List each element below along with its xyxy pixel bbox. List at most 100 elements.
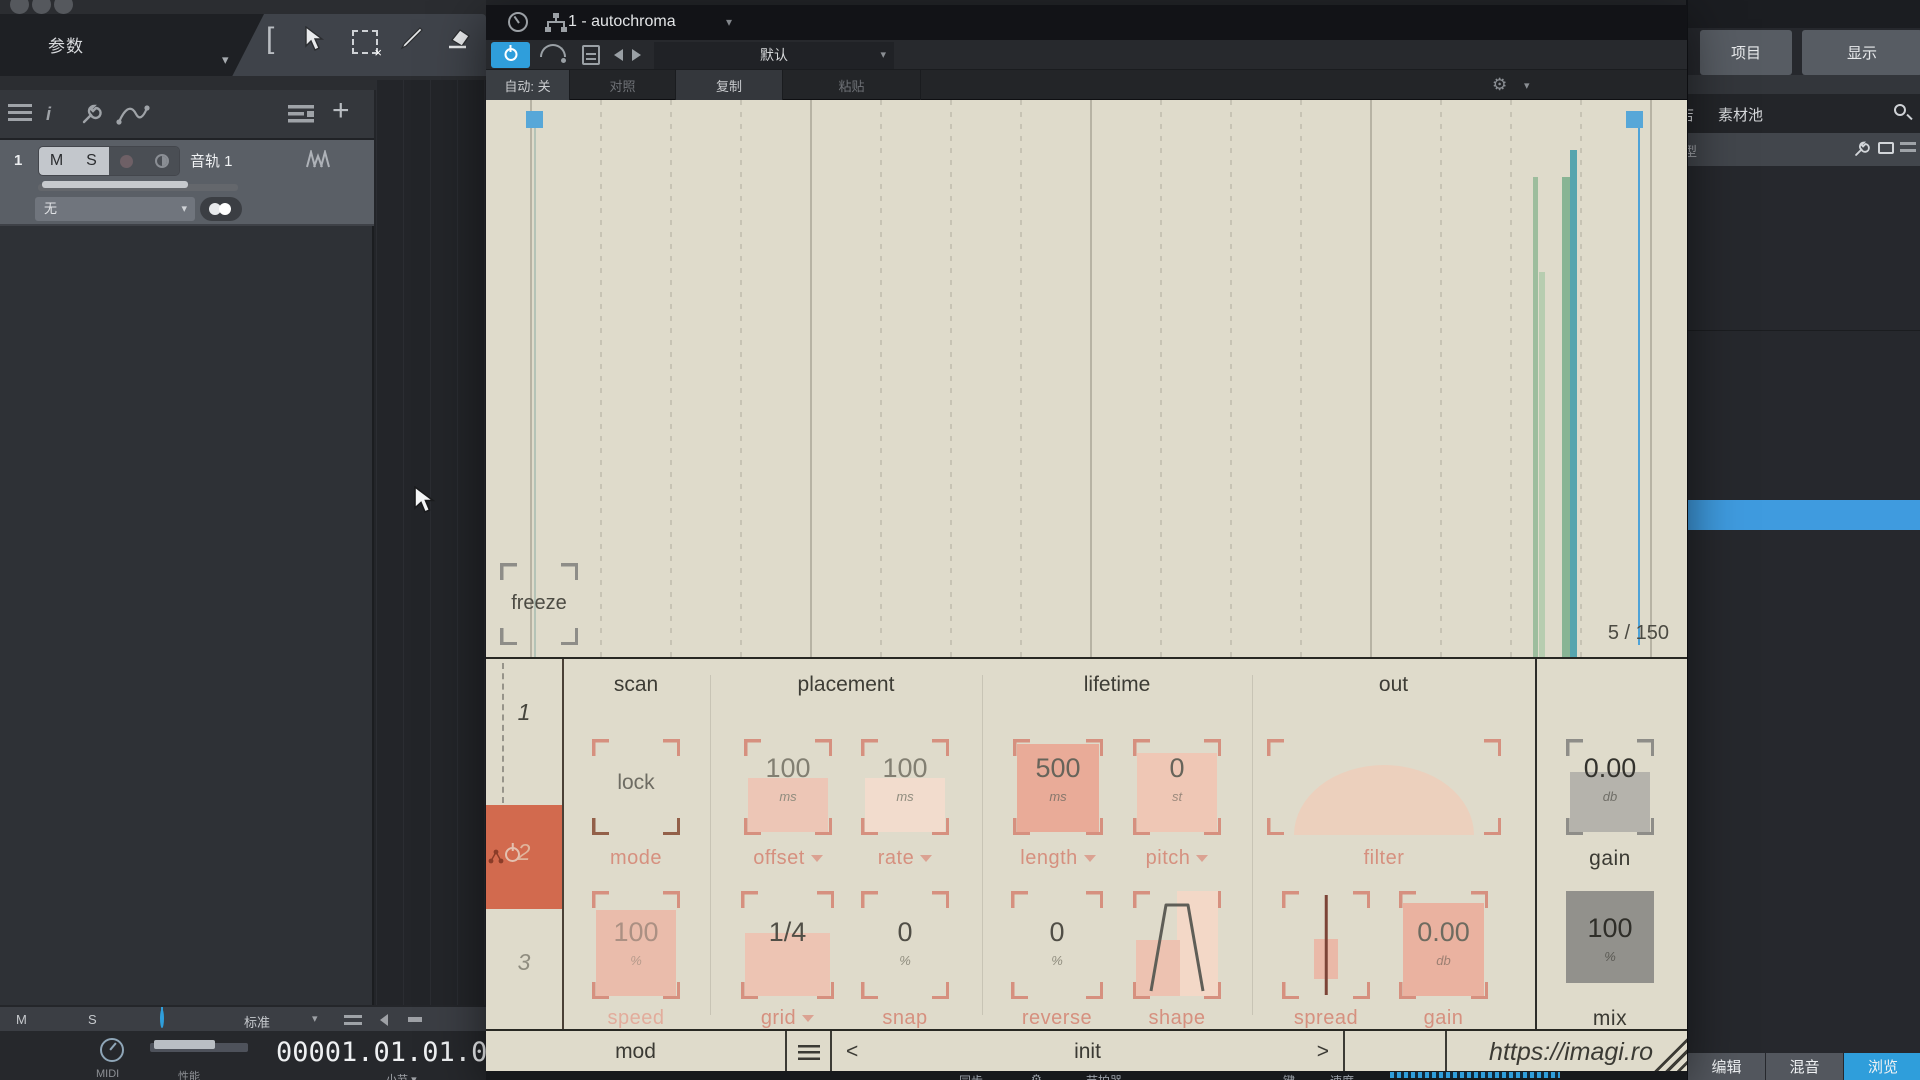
paste-button[interactable]: 粘贴 <box>783 70 921 100</box>
mute-button[interactable]: M <box>39 147 74 175</box>
next-preset-button[interactable] <box>632 49 641 61</box>
length-label[interactable]: length <box>1013 847 1103 870</box>
browse-view-button[interactable]: 浏览 <box>1844 1053 1920 1080</box>
chevron-down-icon[interactable]: ▾ <box>1524 79 1530 92</box>
info-icon[interactable]: i <box>46 104 51 125</box>
pitch-control[interactable]: 0 st <box>1133 739 1221 835</box>
menu-button[interactable] <box>787 1031 832 1073</box>
rate-control[interactable]: 100 ms <box>861 739 949 835</box>
monitor-button[interactable] <box>144 147 179 175</box>
metronome-label[interactable]: 节拍器 <box>1086 1072 1122 1080</box>
project-button[interactable]: 项目 <box>1700 30 1792 75</box>
plugin-power-button[interactable] <box>491 42 530 68</box>
next-preset-button[interactable]: > <box>1317 1040 1329 1064</box>
arrow-tool-button[interactable] <box>304 26 326 52</box>
wrench-icon[interactable] <box>1853 141 1870 161</box>
preset-list-icon[interactable] <box>582 45 600 65</box>
loop-marker[interactable] <box>1626 111 1643 128</box>
filter-list-icon[interactable] <box>1900 142 1916 154</box>
master-gain-control[interactable]: 0.00 db <box>1566 739 1654 835</box>
arrangement-canvas[interactable] <box>376 80 486 1005</box>
grain-waveform-display[interactable]: freeze 5 / 150 <box>486 100 1687 657</box>
page-3-button[interactable]: 3 <box>486 949 562 976</box>
speed-control[interactable]: 100 % <box>592 891 680 999</box>
power-icon[interactable] <box>160 1009 164 1028</box>
copy-button[interactable]: 复制 <box>676 70 783 100</box>
shop-tab-clipped[interactable]: 店 <box>1688 104 1694 125</box>
time-unit-dropdown[interactable]: 小节 ▾ <box>386 1071 417 1080</box>
time-counter[interactable]: 00001.01.01.00 <box>276 1037 504 1068</box>
knob-mode-icon[interactable] <box>508 12 528 32</box>
preset-selector[interactable]: < init > <box>832 1031 1345 1073</box>
chevron-down-icon[interactable]: ▾ <box>312 1012 318 1025</box>
stop-icon[interactable] <box>408 1017 422 1022</box>
snap-control[interactable]: 0 % <box>861 891 949 999</box>
track-name[interactable]: 音轨 1 <box>190 150 233 171</box>
plugin-title-bar[interactable]: 1 - autochroma ▾ <box>486 5 1687 40</box>
global-mute-button[interactable]: M <box>16 1012 27 1027</box>
snap-mode-dropdown[interactable]: 标准 <box>244 1012 270 1031</box>
track-header[interactable]: 1 M S 音轨 1 无 ▾ <box>0 140 374 226</box>
loop-marker[interactable] <box>526 111 543 128</box>
track-layout-icon[interactable] <box>288 104 314 129</box>
display-button[interactable]: 显示 <box>1802 30 1920 75</box>
pitch-label[interactable]: pitch <box>1133 847 1221 870</box>
filter-control[interactable] <box>1267 739 1501 835</box>
insert-dropdown[interactable]: 无 ▾ <box>35 197 195 221</box>
menu-icon[interactable] <box>8 104 32 121</box>
solo-button[interactable]: S <box>74 147 109 175</box>
preset-dropdown[interactable]: 默认 ▾ <box>654 42 894 69</box>
marquee-tool-button[interactable]: × <box>352 30 382 60</box>
prev-preset-button[interactable]: < <box>846 1040 858 1064</box>
rate-label[interactable]: rate <box>861 847 949 870</box>
length-control[interactable]: 500 ms <box>1013 739 1103 835</box>
list-icon[interactable] <box>344 1015 362 1027</box>
routing-icon[interactable] <box>544 13 568 37</box>
grid-control[interactable]: 1/4 <box>741 891 834 999</box>
mod-page-button[interactable]: mod <box>486 1031 787 1073</box>
mix-view-button[interactable]: 混音 <box>1766 1053 1843 1080</box>
pool-list[interactable] <box>1688 166 1920 1053</box>
prev-preset-button[interactable] <box>614 49 623 61</box>
spread-control[interactable] <box>1282 891 1370 999</box>
plugin-instance-dropdown[interactable]: 1 - autochroma <box>568 13 676 31</box>
vendor-link[interactable]: https://imagi.ro <box>1447 1031 1687 1073</box>
gear-icon[interactable]: ⚙ <box>1492 75 1507 95</box>
compare-button[interactable]: 对照 <box>570 70 676 100</box>
stereo-link-toggle[interactable] <box>200 197 242 221</box>
shape-control[interactable] <box>1133 891 1221 999</box>
selected-list-item[interactable] <box>1688 500 1920 530</box>
window-zoom-icon[interactable] <box>54 0 73 14</box>
freeze-button[interactable]: freeze <box>500 563 578 645</box>
out-gain-control[interactable]: 0.00 db <box>1399 891 1488 999</box>
window-close-icon[interactable] <box>10 0 29 14</box>
window-minimize-icon[interactable] <box>32 0 51 14</box>
global-solo-button[interactable]: S <box>88 1012 97 1027</box>
mix-control[interactable]: 100 % <box>1566 891 1654 983</box>
key-label[interactable]: 键 <box>1283 1072 1295 1080</box>
edit-view-button[interactable]: 编辑 <box>1688 1053 1765 1080</box>
grid-label[interactable]: grid <box>741 1007 834 1030</box>
offset-control[interactable]: 100 ms <box>744 739 832 835</box>
eraser-tool-button[interactable] <box>444 26 472 50</box>
tempo-label[interactable]: 速度 <box>1330 1072 1354 1080</box>
view-mode-icon[interactable] <box>1878 142 1894 154</box>
record-arm-button[interactable] <box>109 147 144 175</box>
filter-power-icon[interactable] <box>505 847 520 862</box>
gear-icon[interactable]: ⚙ <box>1031 1072 1042 1080</box>
page-1-button[interactable]: 1 <box>486 699 562 726</box>
bypass-icon[interactable] <box>540 44 566 63</box>
search-icon[interactable] <box>1894 104 1906 116</box>
pencil-tool-button[interactable] <box>398 26 424 52</box>
automation-mode-button[interactable]: 自动: 关 <box>486 70 570 100</box>
automation-icon[interactable] <box>116 104 150 131</box>
params-dropdown[interactable]: 参数 ▾ <box>0 14 264 76</box>
sync-label[interactable]: 同步 <box>959 1072 983 1080</box>
reverse-control[interactable]: 0 % <box>1011 891 1103 999</box>
wrench-icon[interactable] <box>80 104 102 131</box>
add-track-button[interactable]: + <box>332 94 350 128</box>
range-tool-button[interactable]: [ <box>266 22 274 56</box>
prev-icon[interactable] <box>380 1014 388 1029</box>
mode-control[interactable]: lock <box>592 739 680 835</box>
offset-label[interactable]: offset <box>744 847 832 870</box>
